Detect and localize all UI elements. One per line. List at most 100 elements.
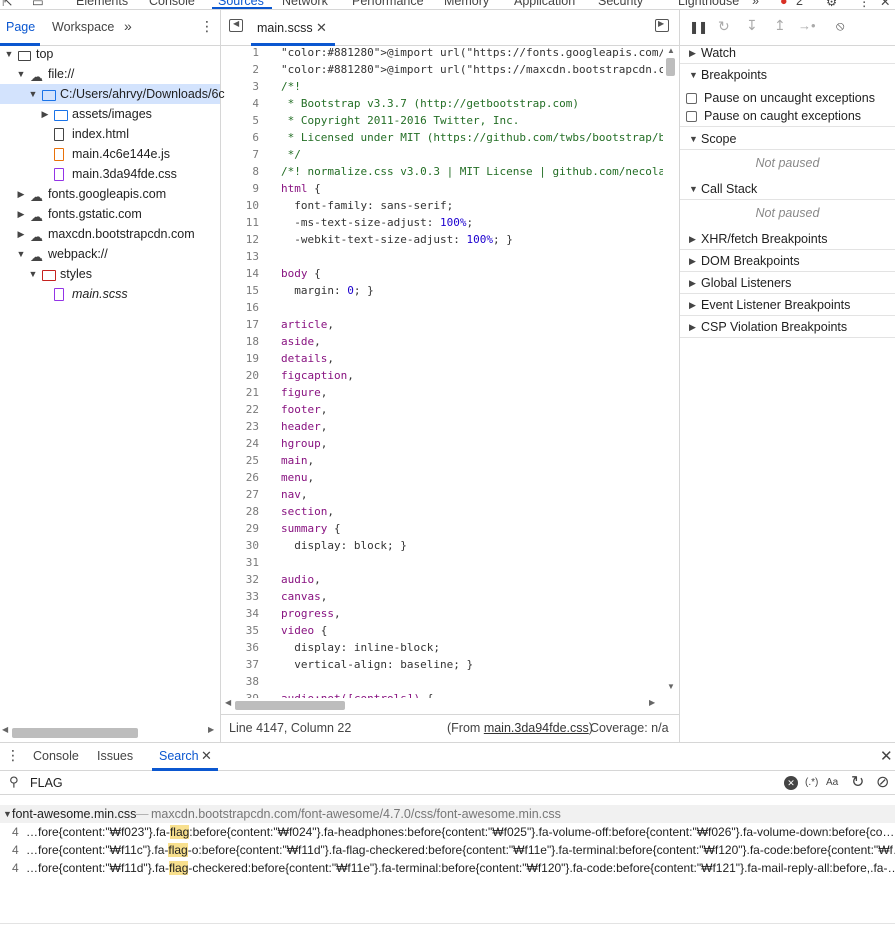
more-tabs-icon[interactable]: » — [752, 0, 759, 8]
tree-item[interactable]: main.3da94fde.css — [0, 164, 220, 184]
section-event-listener-breakpoints[interactable]: ▶ Event Listener Breakpoints — [680, 294, 895, 316]
line-number[interactable]: 38 — [221, 673, 259, 690]
expand-icon[interactable]: ▶ — [16, 204, 26, 224]
code-line[interactable]: 13 — [221, 248, 663, 265]
tab-workspace[interactable]: Workspace — [52, 20, 114, 34]
nav-menu-icon[interactable]: ⋮ — [200, 18, 214, 35]
editor-vertical-scrollbar[interactable]: ▲ ▼ — [663, 46, 679, 698]
collapse-icon[interactable]: ▼ — [16, 64, 26, 84]
expand-icon[interactable]: ▶ — [16, 184, 26, 204]
code-line[interactable]: 31 — [221, 554, 663, 571]
line-number[interactable]: 37 — [221, 656, 259, 673]
line-number[interactable]: 25 — [221, 452, 259, 469]
tab-performance[interactable]: Performance — [352, 0, 424, 8]
code-line[interactable]: 26 menu, — [221, 469, 663, 486]
line-number[interactable]: 27 — [221, 486, 259, 503]
line-number[interactable]: 13 — [221, 248, 259, 265]
line-number[interactable]: 9 — [221, 180, 259, 197]
section-dom-breakpoints[interactable]: ▶ DOM Breakpoints — [680, 250, 895, 272]
inspect-icon[interactable]: ⇱ — [2, 0, 12, 9]
line-number[interactable]: 1 — [221, 46, 259, 61]
line-number[interactable]: 19 — [221, 350, 259, 367]
tree-item[interactable]: ▶ assets/images — [0, 104, 220, 124]
tree-item[interactable]: ▼ top — [0, 44, 220, 64]
code-line[interactable]: 16 — [221, 299, 663, 316]
match-case-toggle[interactable]: Aa — [826, 777, 838, 788]
line-number[interactable]: 20 — [221, 367, 259, 384]
tab-network[interactable]: Network — [282, 0, 328, 8]
code-line[interactable]: 32 audio, — [221, 571, 663, 588]
code-line[interactable]: 2 "color:#881280">@import url("https://ma… — [221, 61, 663, 78]
step-icon[interactable]: →• — [798, 18, 816, 33]
search-result-row[interactable]: 4 …fore{content:"₩f023"}.fa-flag:before{c… — [0, 823, 895, 841]
tree-item[interactable]: ▼ C:/Users/ahrvy/Downloads/6c — [0, 84, 225, 104]
code-line[interactable]: 25 main, — [221, 452, 663, 469]
line-number[interactable]: 10 — [221, 197, 259, 214]
line-number[interactable]: 5 — [221, 112, 259, 129]
deactivate-breakpoints-icon[interactable]: ⦸ — [836, 18, 844, 34]
drawer-tab-search[interactable]: Search — [159, 749, 199, 763]
line-number[interactable]: 32 — [221, 571, 259, 588]
close-search-tab-icon[interactable]: ✕ — [201, 748, 212, 764]
device-toggle-icon[interactable]: ▭ — [32, 0, 44, 9]
collapse-icon[interactable]: ▼ — [16, 244, 26, 264]
line-number[interactable]: 7 — [221, 146, 259, 163]
code-line[interactable]: 30 display: block; } — [221, 537, 663, 554]
drawer-tab-issues[interactable]: Issues — [97, 749, 133, 763]
line-number[interactable]: 23 — [221, 418, 259, 435]
scrollbar-thumb[interactable] — [235, 701, 345, 710]
code-line[interactable]: 5 * Copyright 2011-2016 Twitter, Inc. — [221, 112, 663, 129]
tree-item[interactable]: ▶ ☁ maxcdn.bootstrapcdn.com — [0, 224, 220, 244]
code-line[interactable]: 10 font-family: sans-serif; — [221, 197, 663, 214]
code-line[interactable]: 20 figcaption, — [221, 367, 663, 384]
scrollbar-thumb[interactable] — [12, 728, 138, 738]
code-line[interactable]: 21 figure, — [221, 384, 663, 401]
tab-memory[interactable]: Memory — [444, 0, 489, 8]
toggle-debugger-icon[interactable]: ▶ — [655, 19, 669, 32]
tree-item[interactable]: ▼ styles — [0, 264, 220, 284]
code-line[interactable]: 18 aside, — [221, 333, 663, 350]
code-line[interactable]: 36 display: inline-block; — [221, 639, 663, 656]
navigator-scrollbar[interactable]: ◀ ▶ — [0, 724, 220, 740]
collapse-icon[interactable]: ▼ — [4, 44, 14, 64]
code-line[interactable]: 37 vertical-align: baseline; } — [221, 656, 663, 673]
collapse-icon[interactable]: ▼ — [28, 264, 38, 284]
code-line[interactable]: 33 canvas, — [221, 588, 663, 605]
code-line[interactable]: 28 section, — [221, 503, 663, 520]
tab-application[interactable]: Application — [514, 0, 575, 8]
line-number[interactable]: 21 — [221, 384, 259, 401]
pause-caught-row[interactable]: Pause on caught exceptions — [680, 105, 895, 127]
code-line[interactable]: 15 margin: 0; } — [221, 282, 663, 299]
line-number[interactable]: 26 — [221, 469, 259, 486]
collapse-icon[interactable]: ▼ — [28, 84, 38, 104]
line-number[interactable]: 34 — [221, 605, 259, 622]
tab-security[interactable]: Security — [598, 0, 643, 8]
line-number[interactable]: 15 — [221, 282, 259, 299]
drawer-tab-console[interactable]: Console — [33, 749, 79, 763]
scroll-left-icon[interactable]: ◀ — [2, 725, 8, 734]
line-number[interactable]: 18 — [221, 333, 259, 350]
kebab-menu-icon[interactable]: ⋮ — [858, 0, 871, 9]
code-line[interactable]: 39 audio:not([controls]) { — [221, 690, 663, 698]
step-into-icon[interactable]: ↧ — [746, 17, 758, 34]
code-line[interactable]: 38 — [221, 673, 663, 690]
line-number[interactable]: 2 — [221, 61, 259, 78]
expand-icon[interactable]: ▶ — [16, 224, 26, 244]
tree-item[interactable]: ▼ ☁ file:// — [0, 64, 220, 84]
section-xhr-fetch-breakpoints[interactable]: ▶ XHR/fetch Breakpoints — [680, 228, 895, 250]
line-number[interactable]: 11 — [221, 214, 259, 231]
line-number[interactable]: 24 — [221, 435, 259, 452]
line-number[interactable]: 36 — [221, 639, 259, 656]
clear-search-icon[interactable]: ✕ — [784, 776, 798, 790]
code-line[interactable]: 12 -webkit-text-size-adjust: 100%; } — [221, 231, 663, 248]
code-line[interactable]: 14 body { — [221, 265, 663, 282]
line-number[interactable]: 6 — [221, 129, 259, 146]
scrollbar-thumb[interactable] — [666, 58, 675, 76]
refresh-icon[interactable]: ↻ — [851, 772, 864, 792]
error-icon[interactable]: ● — [780, 0, 788, 8]
step-out-icon[interactable]: ↥ — [774, 17, 786, 34]
regex-toggle[interactable]: (.*) — [805, 777, 818, 788]
tab-page[interactable]: Page — [6, 20, 35, 34]
code-line[interactable]: 1 "color:#881280">@import url("https://fo… — [221, 46, 663, 61]
line-number[interactable]: 31 — [221, 554, 259, 571]
